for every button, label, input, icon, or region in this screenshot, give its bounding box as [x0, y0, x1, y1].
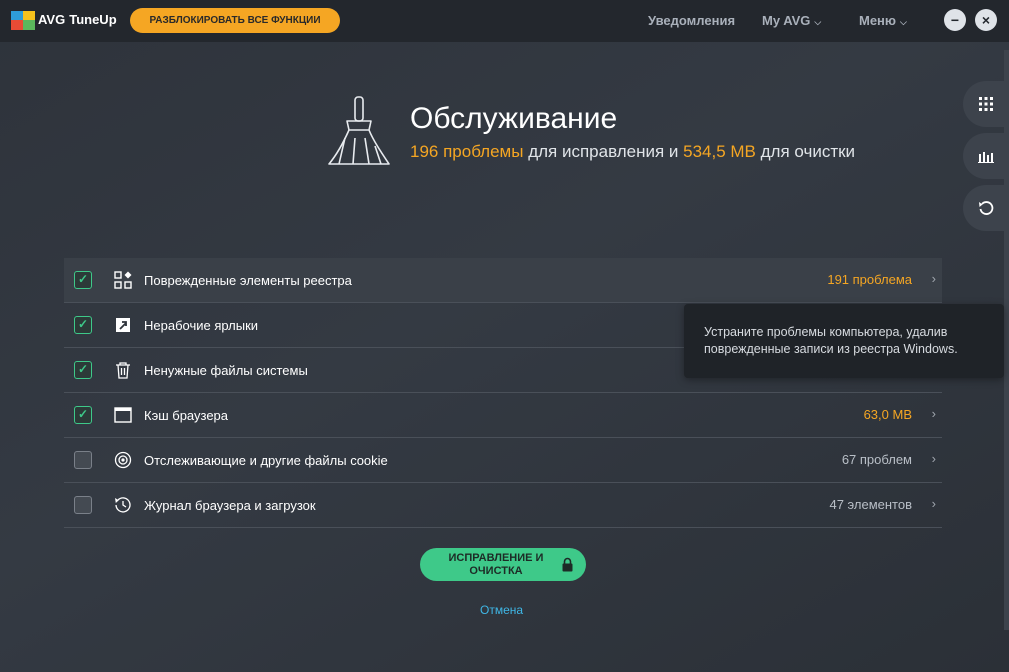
checkbox-checked[interactable]: ✓	[74, 316, 92, 334]
list-item-label: Отслеживающие и другие файлы cookie	[144, 453, 388, 468]
close-button[interactable]: ×	[975, 9, 997, 31]
title-bar: AVG TuneUp РАЗБЛОКИРОВАТЬ ВСЕ ФУНКЦИИ Уве…	[0, 0, 1009, 42]
browser-window-icon	[114, 407, 132, 423]
fix-and-clean-label: ИСПРАВЛЕНИЕ И ОЧИСТКА	[448, 552, 544, 577]
tooltip-text: Устраните проблемы компьютера, удалив по…	[704, 325, 958, 356]
chevron-right-icon: ›	[931, 406, 936, 421]
notifications-link[interactable]: Уведомления	[648, 13, 735, 28]
summary-mid-text: для исправления и	[523, 142, 684, 161]
statistics-button[interactable]	[963, 133, 1009, 179]
summary-end-text: для очистки	[755, 142, 856, 161]
lock-icon	[562, 557, 573, 572]
history-icon	[115, 497, 131, 513]
undo-button[interactable]	[963, 185, 1009, 231]
menu-label: Меню	[859, 13, 897, 28]
trash-icon	[116, 362, 130, 379]
brand-name: AVG	[38, 12, 66, 27]
chevron-right-icon: ›	[931, 451, 936, 466]
list-item-value: 47 элементов	[829, 497, 912, 512]
list-item-tracking-cookies[interactable]: Отслеживающие и другие файлы cookie 67 п…	[64, 438, 942, 483]
list-item-registry[interactable]: ✓ Поврежденные элементы реестра 191 проб…	[64, 258, 942, 303]
problems-count: 196 проблемы	[410, 142, 524, 161]
list-item-browser-cache[interactable]: ✓ Кэш браузера 63,0 MB ›	[64, 393, 942, 438]
grid-icon	[979, 97, 993, 112]
checkbox-unchecked[interactable]	[74, 451, 92, 469]
list-item-label: Поврежденные элементы реестра	[144, 273, 352, 288]
notifications-label: Уведомления	[648, 13, 736, 28]
page-title: Обслуживание	[410, 102, 618, 135]
tracking-icon	[114, 451, 132, 469]
unlock-all-features-button[interactable]: РАЗБЛОКИРОВАТЬ ВСЕ ФУНКЦИИ	[130, 8, 340, 33]
chevron-right-icon: ›	[931, 271, 936, 286]
minimize-button[interactable]: −	[944, 9, 966, 31]
product-name: TuneUp	[69, 12, 117, 27]
bar-chart-icon	[978, 152, 994, 164]
maintenance-list: ✓ Поврежденные элементы реестра 191 проб…	[64, 258, 942, 528]
broom-icon	[328, 96, 390, 165]
registry-icon	[114, 271, 132, 289]
checkbox-unchecked[interactable]	[74, 496, 92, 514]
apps-grid-button[interactable]	[963, 81, 1009, 127]
list-item-value: 63,0 MB	[863, 407, 912, 422]
main-menu[interactable]: Меню ⌵	[859, 13, 907, 28]
avg-logo-icon	[11, 11, 35, 30]
maintenance-summary: 196 проблемы для исправления и 534,5 MB …	[410, 142, 855, 162]
my-avg-label: My AVG	[762, 13, 811, 28]
list-item-label: Нерабочие ярлыки	[144, 318, 259, 333]
app-window: AVG TuneUp РАЗБЛОКИРОВАТЬ ВСЕ ФУНКЦИИ Уве…	[0, 0, 1009, 672]
checkbox-checked[interactable]: ✓	[74, 271, 92, 289]
my-avg-menu[interactable]: My AVG ⌵	[762, 13, 821, 28]
cleanup-size: 534,5 MB	[683, 142, 756, 161]
cancel-link[interactable]: Отмена	[480, 603, 523, 617]
chevron-down-icon: ⌵	[814, 17, 822, 27]
checkbox-checked[interactable]: ✓	[74, 406, 92, 424]
undo-icon	[979, 201, 994, 215]
list-item-value: 67 проблем	[841, 452, 912, 467]
registry-tooltip: Устраните проблемы компьютера, удалив по…	[684, 304, 1004, 378]
list-item-label: Кэш браузера	[144, 408, 229, 423]
chevron-down-icon: ⌵	[900, 17, 907, 27]
fix-and-clean-button[interactable]: ИСПРАВЛЕНИЕ И ОЧИСТКА	[420, 548, 586, 581]
app-title: AVG TuneUp	[38, 12, 117, 27]
checkbox-checked[interactable]: ✓	[74, 361, 92, 379]
list-item-label: Ненужные файлы системы	[144, 363, 308, 378]
list-item-value: 191 проблема	[827, 272, 912, 287]
chevron-right-icon: ›	[931, 496, 936, 511]
shortcut-icon	[116, 318, 130, 332]
list-item-browser-history[interactable]: Журнал браузера и загрузок 47 элементов …	[64, 483, 942, 528]
list-item-label: Журнал браузера и загрузок	[144, 498, 316, 513]
